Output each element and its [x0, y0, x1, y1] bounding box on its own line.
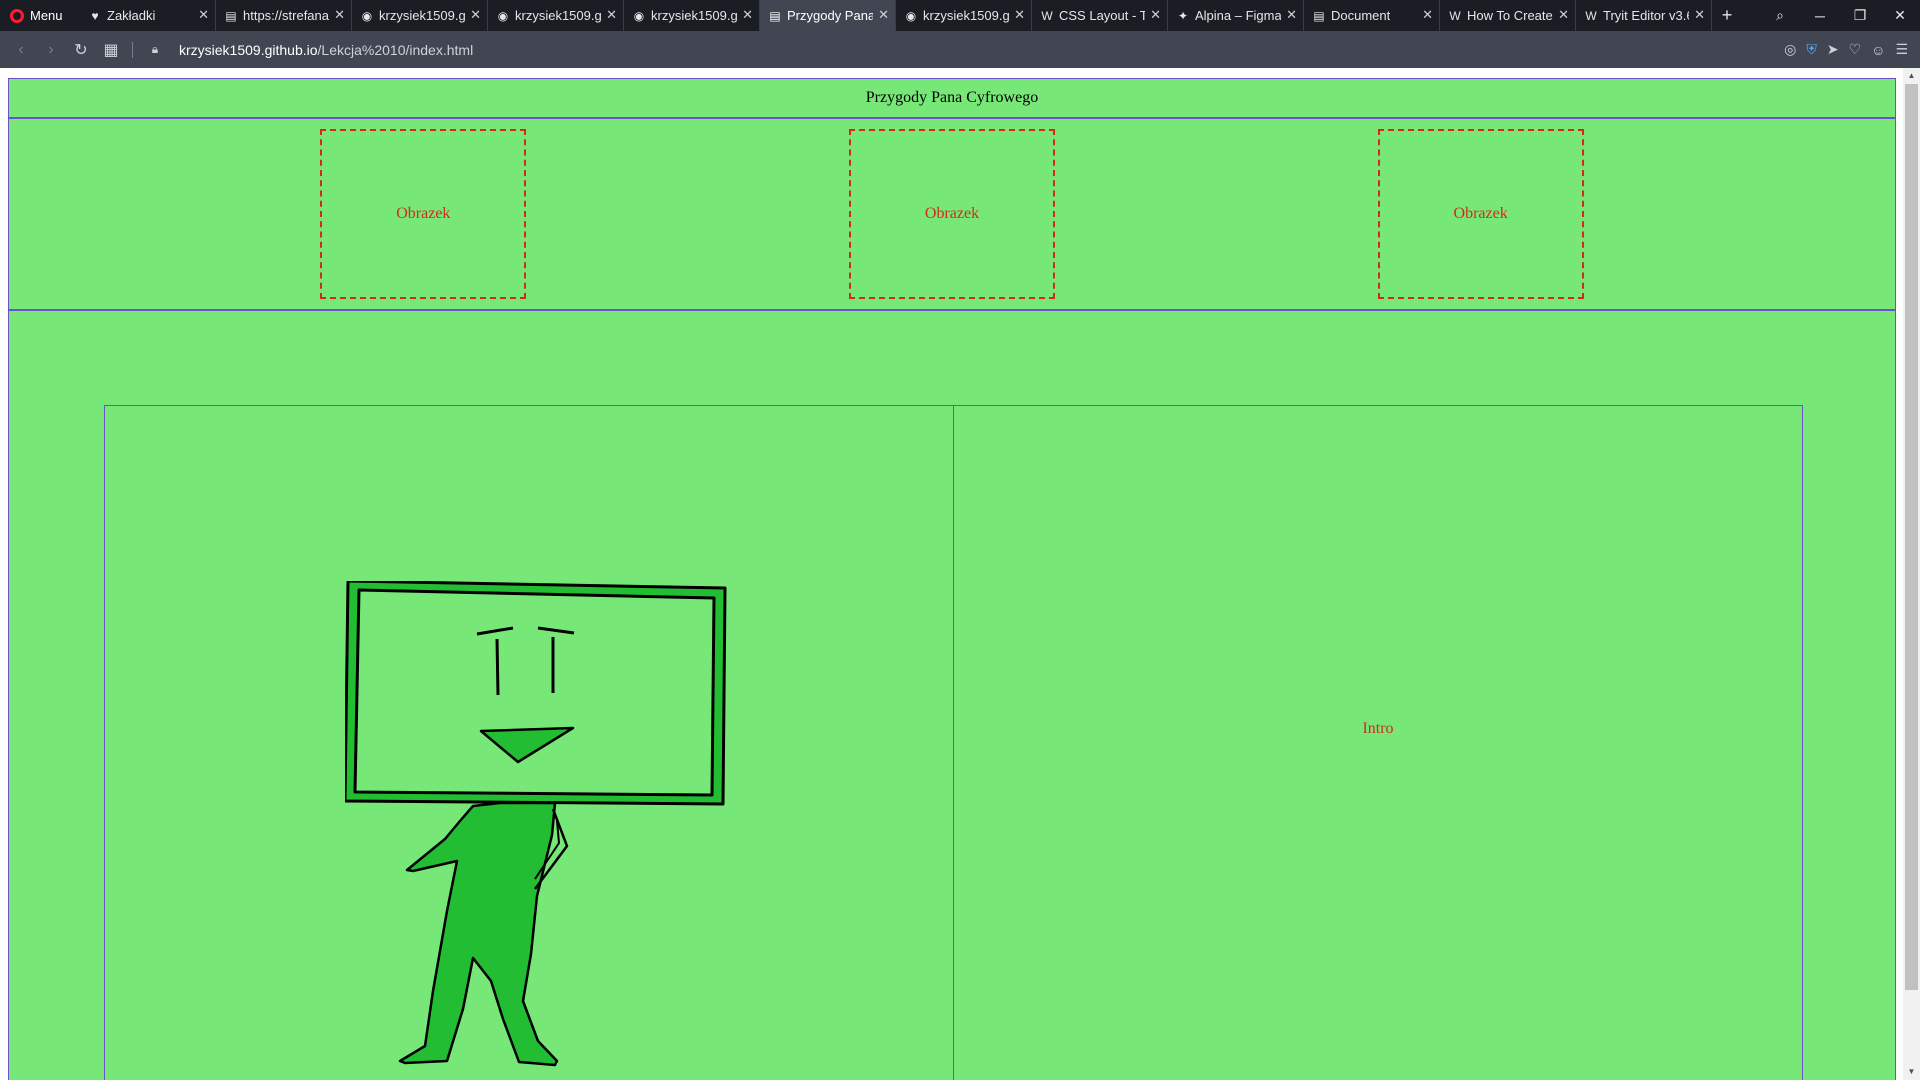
tab-label: How To Create — [1467, 8, 1553, 23]
tab-strip: ♥ Zakładki ✕ ▤ https://strefana ✕ ◉ krzysiek150… — [80, 0, 1712, 31]
browser-tab[interactable]: ◉ krzysiek1509.gi ✕ — [352, 0, 488, 31]
heart-icon[interactable]: ♡ — [1849, 41, 1862, 58]
tab-close-icon[interactable]: ✕ — [1014, 7, 1025, 23]
scroll-up-arrow-icon[interactable]: ▲ — [1903, 68, 1920, 84]
url-host: krzysiek1509.github.io — [179, 41, 318, 58]
character-body — [398, 801, 559, 1067]
tab-close-icon[interactable]: ✕ — [334, 7, 345, 23]
browser-tab[interactable]: ▤ Przygody Pana ✕ — [760, 0, 896, 31]
pan-cyfrowy-character-illustration — [345, 581, 727, 1067]
page-header: Przygody Pana Cyfrowego — [9, 79, 1895, 119]
tab-label: krzysiek1509.gi — [651, 8, 737, 23]
tab-bar: Menu ♥ Zakładki ✕ ▤ https://strefana ✕ ◉ krzysi… — [0, 0, 1920, 31]
image-placeholder-2: Obrazek — [848, 129, 1055, 299]
tab-favicon-icon: ♥ — [91, 8, 99, 23]
browser-tab[interactable]: W CSS Layout - Th ✕ — [1032, 0, 1168, 31]
intro-column: Intro — [954, 406, 1802, 1080]
restore-button[interactable]: ❐ — [1840, 7, 1880, 24]
page-title: Przygody Pana Cyfrowego — [865, 89, 1039, 106]
browser-tab[interactable]: ▤ Document ✕ — [1304, 0, 1440, 31]
vertical-scrollbar[interactable]: ▲ ▼ — [1903, 68, 1920, 1080]
tab-close-icon[interactable]: ✕ — [1422, 7, 1433, 23]
send-icon[interactable]: ➤ — [1827, 41, 1839, 58]
browser-tab[interactable]: ♥ Zakładki ✕ — [80, 0, 216, 31]
search-tabs-icon[interactable]: ⌕ — [1760, 7, 1800, 24]
page-viewport: Przygody Pana Cyfrowego Obrazek Obrazek … — [0, 68, 1920, 1080]
tab-label: CSS Layout - Th — [1059, 8, 1145, 23]
tab-label: Tryit Editor v3.6 — [1603, 8, 1689, 23]
lock-icon[interactable]: 🔒︎ — [143, 42, 167, 57]
browser-tab[interactable]: ◉ krzysiek1509.gi ✕ — [488, 0, 624, 31]
character-screen — [353, 588, 716, 797]
close-window-button[interactable]: ✕ — [1880, 7, 1920, 24]
opera-logo-icon — [10, 8, 24, 23]
scroll-thumb[interactable] — [1905, 84, 1918, 990]
tab-close-icon[interactable]: ✕ — [198, 7, 209, 23]
browser-tab[interactable]: ◉ krzysiek1509.gi ✕ — [624, 0, 760, 31]
tab-label: Alpina – Figma — [1195, 8, 1281, 23]
tab-close-icon[interactable]: ✕ — [606, 7, 617, 23]
image-placeholder-1: Obrazek — [320, 129, 527, 299]
page-container: Przygody Pana Cyfrowego Obrazek Obrazek … — [8, 78, 1896, 1080]
tab-label: krzysiek1509.gi — [379, 8, 465, 23]
tab-close-icon[interactable]: ✕ — [1286, 7, 1297, 23]
tab-label: Przygody Pana — [787, 8, 873, 23]
tab-favicon-icon: ▤ — [1313, 8, 1325, 23]
browser-tab[interactable]: ✦ Alpina – Figma ✕ — [1168, 0, 1304, 31]
image-gallery: Obrazek Obrazek Obrazek — [9, 119, 1895, 311]
tab-label: https://strefana — [243, 8, 329, 23]
tab-close-icon[interactable]: ✕ — [1694, 7, 1705, 23]
menu-label: Menu — [30, 8, 63, 23]
tab-label: krzysiek1509.gi — [515, 8, 601, 23]
character-column — [105, 406, 954, 1080]
browser-tab[interactable]: W How To Create ✕ — [1440, 0, 1576, 31]
image-placeholder-3: Obrazek — [1377, 129, 1584, 299]
tab-favicon-icon: W — [1041, 8, 1053, 23]
scroll-down-arrow-icon[interactable]: ▼ — [1903, 1064, 1920, 1080]
tab-favicon-icon: W — [1585, 8, 1597, 23]
divider — [132, 41, 133, 58]
address-bar: ‹ › ↻ ▦ 🔒︎ krzysiek1509.github.io/Lekcja… — [0, 31, 1920, 68]
tab-favicon-icon: ✦ — [1177, 8, 1189, 23]
tab-label: Zakładki — [107, 8, 156, 23]
speed-dial-icon[interactable]: ▦ — [96, 40, 126, 60]
url-path: /Lekcja%2010/index.html — [317, 41, 474, 58]
tab-favicon-icon: ▤ — [769, 8, 781, 23]
tab-favicon-icon: ◉ — [361, 8, 373, 23]
tab-close-icon[interactable]: ✕ — [1558, 7, 1569, 23]
tab-label: Document — [1331, 8, 1391, 23]
easy-setup-icon[interactable]: ☰ — [1895, 41, 1908, 58]
tab-label: krzysiek1509.gi — [923, 8, 1009, 23]
forward-button[interactable]: › — [36, 41, 66, 59]
tab-favicon-icon: W — [1449, 8, 1461, 23]
tab-close-icon[interactable]: ✕ — [1150, 7, 1161, 23]
tab-close-icon[interactable]: ✕ — [742, 7, 753, 23]
tab-favicon-icon: ◉ — [497, 8, 509, 23]
tab-close-icon[interactable]: ✕ — [878, 7, 889, 23]
adblock-shield-icon[interactable]: ⛨ — [1806, 41, 1817, 58]
tab-favicon-icon: ▤ — [225, 8, 237, 23]
new-tab-button[interactable]: + — [1712, 0, 1742, 31]
character-left-eye — [495, 638, 500, 696]
intro-label: Intro — [1362, 720, 1394, 737]
account-icon[interactable]: ☺ — [1871, 42, 1885, 58]
window-controls: ⌕ ─ ❐ ✕ — [1760, 0, 1920, 31]
url-field[interactable]: krzysiek1509.github.io/Lekcja%2010/index… — [179, 42, 473, 58]
main-section: Intro — [104, 405, 1803, 1080]
opera-menu-button[interactable]: Menu — [0, 0, 80, 31]
tab-favicon-icon: ◉ — [905, 8, 917, 23]
browser-tab[interactable]: ▤ https://strefana ✕ — [216, 0, 352, 31]
camera-icon[interactable]: ◎ — [1784, 41, 1796, 58]
browser-tab[interactable]: W Tryit Editor v3.6 ✕ — [1576, 0, 1712, 31]
address-bar-tools: ◎ ⛨ ➤ ♡ ☺ ☰ — [1784, 41, 1920, 58]
back-button[interactable]: ‹ — [6, 41, 36, 59]
tab-favicon-icon: ◉ — [633, 8, 645, 23]
reload-button[interactable]: ↻ — [66, 40, 96, 60]
browser-tab[interactable]: ◉ krzysiek1509.gi ✕ — [896, 0, 1032, 31]
tab-close-icon[interactable]: ✕ — [470, 7, 481, 23]
minimize-button[interactable]: ─ — [1800, 8, 1840, 24]
